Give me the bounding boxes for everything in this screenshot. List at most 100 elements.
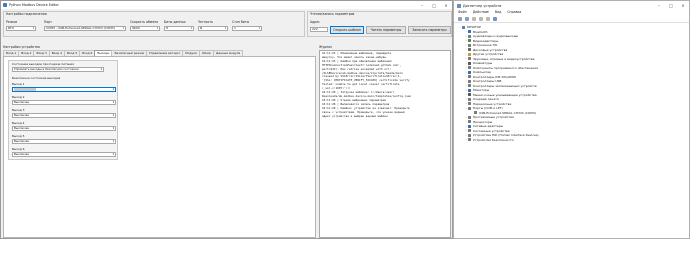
output-state-select[interactable]: Выключен ▾ [12, 100, 116, 105]
back-icon[interactable] [458, 17, 462, 21]
forward-icon[interactable] [465, 17, 469, 21]
port-label: Порт [44, 20, 52, 24]
chevron-down-icon: ▾ [112, 140, 114, 143]
scan-hardware-icon[interactable] [486, 17, 490, 21]
output-state-select[interactable]: Выключен ▾ [12, 126, 116, 131]
baud-select[interactable]: 9600 ▾ [130, 26, 160, 31]
mode-select[interactable]: RTU ▾ [6, 26, 36, 31]
chevron-down-icon: ▾ [32, 27, 34, 30]
close-icon[interactable]: × [440, 1, 452, 9]
output-state-select[interactable]: Выключен ▾ [12, 113, 116, 118]
output-label: Выход 2 [12, 95, 25, 99]
maximize-icon[interactable]: □ [665, 2, 677, 10]
open-template-button[interactable]: Открыть шаблон [330, 26, 364, 34]
power-state-select[interactable]: Управлять выходы в безопасном состоянии ▾ [12, 67, 104, 72]
device-category-icon [468, 43, 471, 47]
tree-label: Контроллеры USB [473, 79, 502, 84]
tree-label: Встроенное ПО [473, 43, 498, 48]
chevron-down-icon: ▾ [112, 153, 114, 156]
app-icon [3, 3, 7, 7]
output-state-select[interactable]: ▾ [12, 87, 116, 92]
device-category-icon [468, 30, 471, 34]
device-category-icon [468, 52, 471, 56]
device-category-icon [468, 61, 471, 65]
power-state-title: Состояние выходов при подаче питания [12, 62, 74, 66]
device-category-icon [468, 97, 471, 101]
chevron-down-icon: ▾ [112, 88, 114, 91]
minimize-icon[interactable]: – [416, 1, 428, 9]
output-state-select[interactable]: Выключен ▾ [12, 139, 116, 144]
databits-label: Биты данных [164, 20, 186, 24]
output-label: Выход 5 [12, 134, 25, 138]
tree-label: Устройства HID (Human Interface Devices) [473, 133, 539, 138]
tree-label: Аудиовходы и аудиовыходы [473, 34, 519, 39]
port-select[interactable]: COM3 - USB-Enhanced-SERIAL CH343 (COM3) ▾ [44, 26, 126, 31]
device-category-icon [468, 88, 471, 92]
tree-category[interactable]: › Устройства безопасности [458, 138, 686, 143]
device-category-icon [468, 106, 471, 110]
help-icon[interactable] [479, 17, 483, 21]
tree-label: DESKTOP [467, 25, 481, 30]
menu-item[interactable]: Действие [473, 10, 489, 16]
device-category-icon [468, 129, 471, 133]
tree-label: Видеоадаптеры [473, 38, 499, 43]
modbus-editor-window: Python Modbus Device Editor – □ × Настро… [0, 0, 453, 239]
monitor-icon[interactable] [493, 17, 497, 21]
chevron-down-icon: ▾ [156, 27, 158, 30]
menu-item[interactable]: Файл [458, 10, 467, 16]
journal-line: адрес устройства и выбран верный шаблон [322, 113, 388, 118]
device-settings-title: Настройки устройства [3, 45, 40, 49]
output-state-value: Выключен [14, 139, 30, 143]
connection-settings-title: Настройки подключения [6, 12, 47, 16]
tree-label: Контроллеры запоминающих устройств [473, 83, 537, 88]
outputs-settings-group: Состояние выходов при подаче питания Упр… [8, 60, 118, 160]
app-titlebar: Python Modbus Device Editor – □ × [1, 1, 452, 9]
parity-select[interactable]: N ▾ [198, 26, 228, 31]
devmgr-toolbar [454, 16, 689, 23]
tree-label: Переносные устройства [473, 101, 512, 106]
journal-title: Журнал [319, 45, 333, 49]
output-state-value: Выключен [14, 152, 30, 156]
output-state-value: Выключен [14, 126, 30, 130]
output-label: Выход 1 [12, 82, 25, 86]
mode-label: Режим [6, 20, 17, 24]
tree-label: Контроллеры IDE ATA/ATAPI [473, 74, 517, 79]
databits-select[interactable]: 8 ▾ [164, 26, 194, 31]
output-label: Выход 3 [12, 108, 25, 112]
chevron-down-icon: ▾ [112, 101, 114, 104]
output-state-select[interactable]: Выключен ▾ [12, 152, 116, 157]
tree-label: Устройства безопасности [473, 137, 514, 142]
write-params-button[interactable]: Записать параметры [408, 26, 451, 34]
device-category-icon [468, 138, 471, 142]
menu-item[interactable]: Справка [507, 10, 521, 16]
device-category-icon [468, 57, 471, 61]
stopbits-label: Стоп биты [232, 20, 250, 24]
journal-log[interactable]: 16:11:23 | Обновление шаблонов, подождит… [319, 50, 451, 238]
address-input[interactable]: 222 [310, 27, 328, 32]
menu-item[interactable]: Вид [495, 10, 501, 16]
minimize-icon[interactable]: – [653, 2, 665, 10]
tree-label: Bluetooth [473, 29, 488, 34]
close-icon[interactable]: × [677, 2, 689, 10]
chevron-down-icon: ▾ [112, 114, 114, 117]
tree-label: Порты (COM и LPT) [473, 106, 503, 111]
tree-label: Сетевые адаптеры [473, 124, 504, 129]
device-category-icon [468, 120, 471, 124]
device-category-icon [468, 39, 471, 43]
chevron-down-icon: ▾ [122, 27, 124, 30]
tree-label: Мониторы [473, 88, 490, 93]
properties-icon[interactable] [472, 17, 476, 21]
stopbits-select[interactable]: 1 ▾ [232, 26, 262, 31]
tree-label: Клавиатуры [473, 61, 493, 66]
device-manager-window: Диспетчер устройств – □ × Файл Действие Ви… [453, 0, 690, 239]
tree-label: Мыши и иные указывающие устройства [473, 92, 537, 97]
devmgr-titlebar: Диспетчер устройств – □ × [454, 1, 689, 10]
read-params-button[interactable]: Читать параметры [366, 26, 406, 34]
chevron-down-icon: ▾ [100, 68, 102, 71]
device-category-icon [468, 115, 471, 119]
tree-label: Другие устройства [473, 52, 504, 57]
chevron-down-icon: ▾ [224, 27, 226, 30]
output-state-value: Выключен [14, 100, 30, 104]
maximize-icon[interactable]: □ [428, 1, 440, 9]
device-category-icon [468, 70, 471, 74]
